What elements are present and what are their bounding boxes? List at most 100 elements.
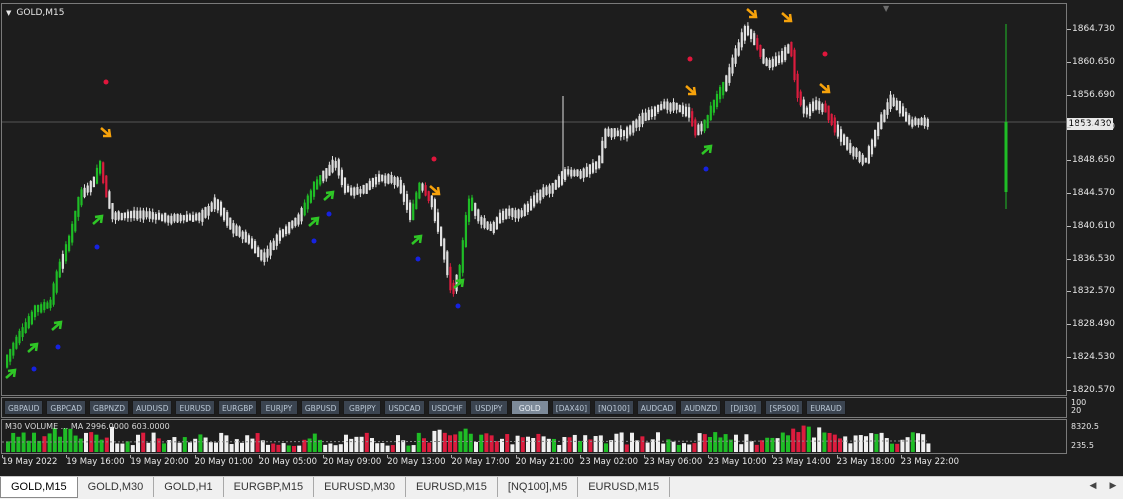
symbol-button-audnzd[interactable]: AUDNZD (680, 400, 722, 415)
symbol-button-nq100[interactable]: [NQ100] (594, 400, 634, 415)
candle-body (731, 57, 734, 74)
volume-bar (188, 442, 192, 452)
symbol-button-audusd[interactable]: AUDUSD (132, 400, 173, 415)
candle-body (762, 48, 765, 64)
candle-body (356, 186, 359, 195)
candle-body (278, 230, 281, 241)
symbol-button-dax40[interactable]: [DAX40] (551, 400, 592, 415)
chart-tab[interactable]: [NQ100],M5 (498, 477, 579, 497)
symbol-button-gbpcad[interactable]: GBPCAD (46, 400, 87, 415)
candle-body (390, 174, 393, 183)
buy-arrow-icon (411, 234, 423, 245)
triangle-right-icon[interactable]: ▶ (1110, 481, 1117, 491)
candle-body (886, 102, 889, 115)
volume-bar (328, 443, 333, 452)
candle-body (350, 187, 353, 196)
symbol-button-gold[interactable]: GOLD (510, 400, 549, 415)
symbol-button-dji30[interactable]: [DJI30] (724, 400, 763, 415)
chart-tab[interactable]: GOLD,M30 (78, 477, 155, 497)
candle-body (598, 155, 601, 169)
volume-bar (344, 434, 348, 452)
symbol-button-gbpaud[interactable]: GBPAUD (4, 400, 44, 415)
volume-scale-mid: 20 (1071, 406, 1082, 415)
time-label: 23 May 06:00 (644, 457, 703, 467)
chart-tab[interactable]: GOLD,M15 (0, 477, 78, 498)
symbol-button-gbpusd[interactable]: GBPUSD (300, 400, 341, 415)
volume-bar (203, 437, 208, 452)
price-tick (1067, 193, 1071, 194)
candle-body (815, 100, 818, 110)
chart-tab[interactable]: EURUSD,M30 (314, 477, 406, 497)
symbol-button-gbpnzd[interactable]: GBPNZD (89, 400, 130, 415)
volume-bar (406, 445, 411, 452)
price-scale[interactable]: 1853.430 1864.730 1860.650 1856.690 1852.61… (1067, 3, 1123, 454)
symbol-button-audcad[interactable]: AUDCAD (636, 400, 678, 415)
candle-body (443, 238, 446, 260)
volume-bar (312, 433, 317, 452)
volume-bar (193, 438, 198, 452)
symbol-button-eurgbp[interactable]: EURGBP (217, 400, 257, 415)
candle-body (520, 210, 523, 217)
symbol-button-eurjpy[interactable]: EURJPY (259, 400, 298, 415)
price-chart[interactable]: ▼ GOLD,M15 ▼ (1, 3, 1067, 396)
candle-body (579, 170, 582, 179)
terminal-window: ▼ GOLD,M15 ▼ 1853.430 1864.730 1860.650 185… (0, 0, 1123, 499)
candle-body (291, 220, 294, 229)
sell-arrow-icon (429, 185, 441, 196)
price-tick (1067, 324, 1071, 326)
candle-body (381, 174, 384, 182)
price-label: 1856.690 (1072, 89, 1115, 100)
volume-bar (245, 435, 250, 452)
candle-body (511, 208, 514, 218)
tab-scroll-controls: ◀ ▶ (1083, 476, 1123, 496)
candle-body (877, 122, 880, 137)
volume-bar (276, 444, 281, 452)
chart-tab[interactable]: EURUSD,M15 (578, 477, 671, 497)
volume-bar (266, 444, 270, 452)
candle-body (9, 349, 12, 362)
candle-body (818, 101, 821, 111)
volume-bar (292, 445, 296, 452)
candle-body (185, 214, 188, 222)
volume-bar (640, 436, 645, 452)
volume-bar (47, 433, 52, 452)
chart-tab[interactable]: EURUSD,M15 (406, 477, 498, 497)
symbol-button-usdcad[interactable]: USDCAD (384, 400, 425, 415)
candle-body (412, 203, 415, 221)
volume-bar (853, 435, 858, 452)
candle-body (697, 124, 700, 136)
candle-body (378, 174, 381, 182)
symbol-button-euraud[interactable]: EURAUD (806, 400, 846, 415)
symbol-button-sp500[interactable]: [SP500] (765, 400, 804, 415)
signal-dot-red (431, 156, 437, 162)
volume-bar (125, 441, 130, 452)
candle-body (626, 127, 629, 139)
chart-tab[interactable]: EURGBP,M15 (224, 477, 315, 497)
triangle-left-icon[interactable]: ◀ (1090, 481, 1097, 491)
candle-body (74, 210, 77, 232)
candle-body (824, 103, 827, 113)
volume-bar (214, 442, 218, 452)
symbol-button-usdjpy[interactable]: USDJPY (469, 400, 508, 415)
volume-bar (510, 444, 515, 452)
chart-tab[interactable]: GOLD,H1 (154, 477, 224, 497)
symbol-button-eurusd[interactable]: EURUSD (175, 400, 215, 415)
candle-body (880, 114, 883, 130)
candle-body (536, 193, 539, 203)
signal-dot-red (103, 79, 109, 85)
candle-body (68, 235, 71, 252)
volume-bar (604, 443, 608, 452)
symbol-button-gbpjpy[interactable]: GBPJPY (343, 400, 382, 415)
candle-body (436, 212, 440, 232)
candle-body (836, 124, 839, 137)
candle-body (632, 121, 635, 133)
candle-body (508, 208, 511, 216)
symbol-button-usdchf[interactable]: USDCHF (427, 400, 467, 415)
sell-arrow-icon (100, 127, 112, 138)
volume-indicator[interactable]: M30 VOLUME ... MA 2996.0000 603.0000 (1, 419, 1067, 454)
candle-body (157, 212, 161, 220)
volume-bar (120, 443, 125, 452)
volume-bar (890, 443, 894, 452)
candle-body (71, 223, 74, 243)
candle-body (275, 234, 278, 246)
